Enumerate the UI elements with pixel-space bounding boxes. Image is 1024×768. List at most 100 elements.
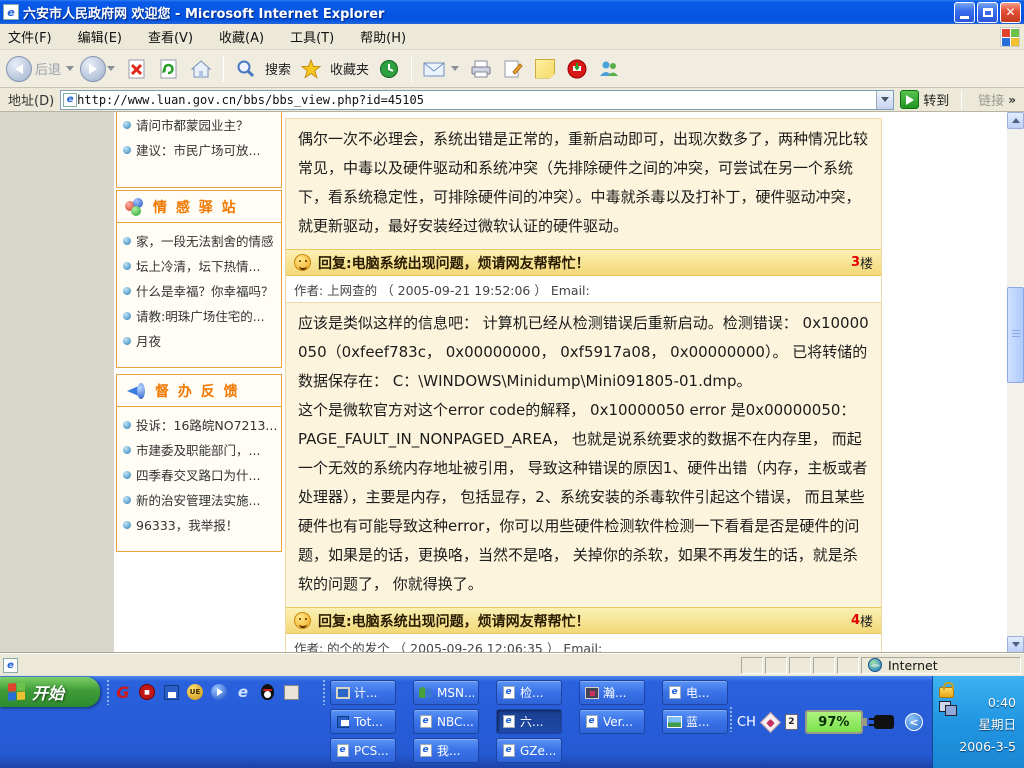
taskbar-button-gze[interactable]: eGZe... [496,738,562,763]
address-input-box: e [60,90,894,110]
sidebar-link[interactable]: 四季春交叉路口为什... [123,462,277,487]
scroll-down-button[interactable] [1007,636,1024,653]
refresh-button[interactable] [157,57,181,81]
show-desktop-icon[interactable] [282,683,300,701]
go-button[interactable]: 转到 [900,90,949,109]
status-pane [813,657,835,674]
mail-button[interactable] [418,57,465,81]
sidebar-link[interactable]: 建议：市民广场可放... [123,137,277,162]
floppy-icon[interactable] [162,683,180,701]
search-button[interactable]: 搜索 [230,57,295,81]
tray-collapse-icon[interactable]: < [905,713,923,731]
msn-icon [418,686,433,699]
forward-button[interactable] [80,56,121,82]
taskbar-button-wo[interactable]: e我... [413,738,479,763]
scroll-up-button[interactable] [1007,112,1024,129]
print-button[interactable] [469,57,493,81]
input-method-icon[interactable] [760,711,781,732]
ie-icon: e [420,715,432,728]
ie-icon[interactable]: e [234,683,252,701]
taskbar-button-ver[interactable]: eVer... [579,709,645,734]
smiley-icon [294,254,311,271]
ie-logo-icon: e [3,4,19,20]
vertical-scrollbar[interactable] [1007,112,1024,653]
forward-dropdown-icon[interactable] [107,66,115,71]
bullet-icon [123,121,131,129]
sidebar-link[interactable]: 家，一段无法割舍的情感 [123,228,277,253]
sidebar-link[interactable]: 市建委及职能部门，... [123,437,277,462]
close-button[interactable]: ✕ [1000,2,1021,23]
page-viewport: 请问市都蒙园业主？ 建议：市民广场可放... 情 感 驿 站 家，一段无法割舍的… [0,112,1024,653]
notes-button[interactable] [533,57,557,81]
taskbar-button-jian[interactable]: e检... [496,680,562,705]
stop-button[interactable] [125,57,149,81]
bullet-icon [123,521,131,529]
sidebar-link[interactable]: 月夜 [123,328,277,353]
titlebar: e 六安市人民政府网 欢迎您 - Microsoft Internet Expl… [0,0,1024,24]
picture-icon [667,716,682,728]
home-button[interactable] [189,57,213,81]
taskbar-button-dian[interactable]: e电... [662,680,728,705]
back-button[interactable]: 后退 [6,56,80,82]
taskbar-button-lan[interactable]: 蓝... [662,709,728,734]
edit-button[interactable] [501,57,525,81]
start-button[interactable]: 开始 [0,677,100,707]
links-chevron-icon[interactable]: » [1008,93,1016,107]
address-dropdown-button[interactable] [876,91,893,109]
menu-tools[interactable]: 工具(T) [290,27,334,46]
scrollbar-thumb[interactable] [1007,287,1024,383]
taskbar-button-nbc[interactable]: eNBC... [413,709,479,734]
sidebar-link[interactable]: 投诉：16路皖NO7213... [123,412,277,437]
taskbar-button-han[interactable]: 瀚... [579,680,645,705]
sidebar-link[interactable]: 请问市都蒙园业主？ [123,112,277,137]
taskbar-button-computer[interactable]: 计... [330,680,396,705]
flashget-button[interactable] [565,57,589,81]
menu-edit[interactable]: 编辑(E) [78,27,122,46]
maximize-button[interactable] [977,2,998,23]
stop-badge-icon[interactable]: ■ [138,683,156,701]
menu-file[interactable]: 文件(F) [8,27,52,46]
sidebar-link[interactable]: 什么是幸福？你幸福吗？ [123,278,277,303]
back-dropdown-icon[interactable] [66,66,74,71]
menu-help[interactable]: 帮助(H) [360,27,406,46]
media-player-icon[interactable] [210,683,228,701]
taskbar-button-pcs[interactable]: ePCS... [330,738,396,763]
security-lock-icon[interactable] [939,687,954,698]
floor-suffix: 楼 [860,253,873,272]
messenger-button[interactable] [597,57,621,81]
bullet-icon [123,337,131,345]
favorites-button[interactable]: 收藏夹 [295,57,373,81]
mail-dropdown-icon[interactable] [451,66,459,71]
address-input[interactable] [77,92,876,108]
ultraedit-icon[interactable]: UE [186,683,204,701]
keyboard-layout-icon[interactable]: 2 [785,714,798,730]
quick-launch-bar: G ■ UE e [114,680,300,704]
status-bar: e Internet [0,653,1024,676]
menu-favorites[interactable]: 收藏(A) [219,27,264,46]
clock-date: 2006-3-5 [959,736,1016,758]
taskbar-button-total[interactable]: Tot... [330,709,396,734]
qq-icon[interactable] [258,683,276,701]
battery-indicator[interactable]: 97% [805,710,863,734]
menu-view[interactable]: 查看(V) [148,27,193,46]
thread-content: 偶尔一次不必理会，系统出错是正常的，重新启动即可，出现次数多了，两种情况比较常见… [285,118,882,653]
taskbar-button-luan-active[interactable]: e六... [496,709,562,734]
history-button[interactable] [377,57,401,81]
ie-icon: e [337,744,349,757]
megaphone-icon [125,383,147,399]
taskbar-button-msn[interactable]: MSN... [413,680,479,705]
network-monitors-icon[interactable] [939,701,957,715]
links-label[interactable]: 链接 [978,90,1004,109]
red-g-icon[interactable]: G [114,683,132,701]
sidebar-link[interactable]: 请教:明珠广场住宅的... [123,303,277,328]
power-plug-icon[interactable] [874,715,894,729]
bullet-icon [123,496,131,504]
sidebar-link[interactable]: 坛上冷清，坛下热情... [123,253,277,278]
minimize-button[interactable] [954,2,975,23]
screen-app-icon [585,687,599,699]
smiley-icon [294,612,311,629]
sidebar-link[interactable]: 新的治安管理法实施... [123,487,277,512]
ie-icon: e [503,686,515,699]
sidebar-link[interactable]: 96333，我举报！ [123,512,277,537]
language-indicator[interactable]: CH [737,715,756,730]
